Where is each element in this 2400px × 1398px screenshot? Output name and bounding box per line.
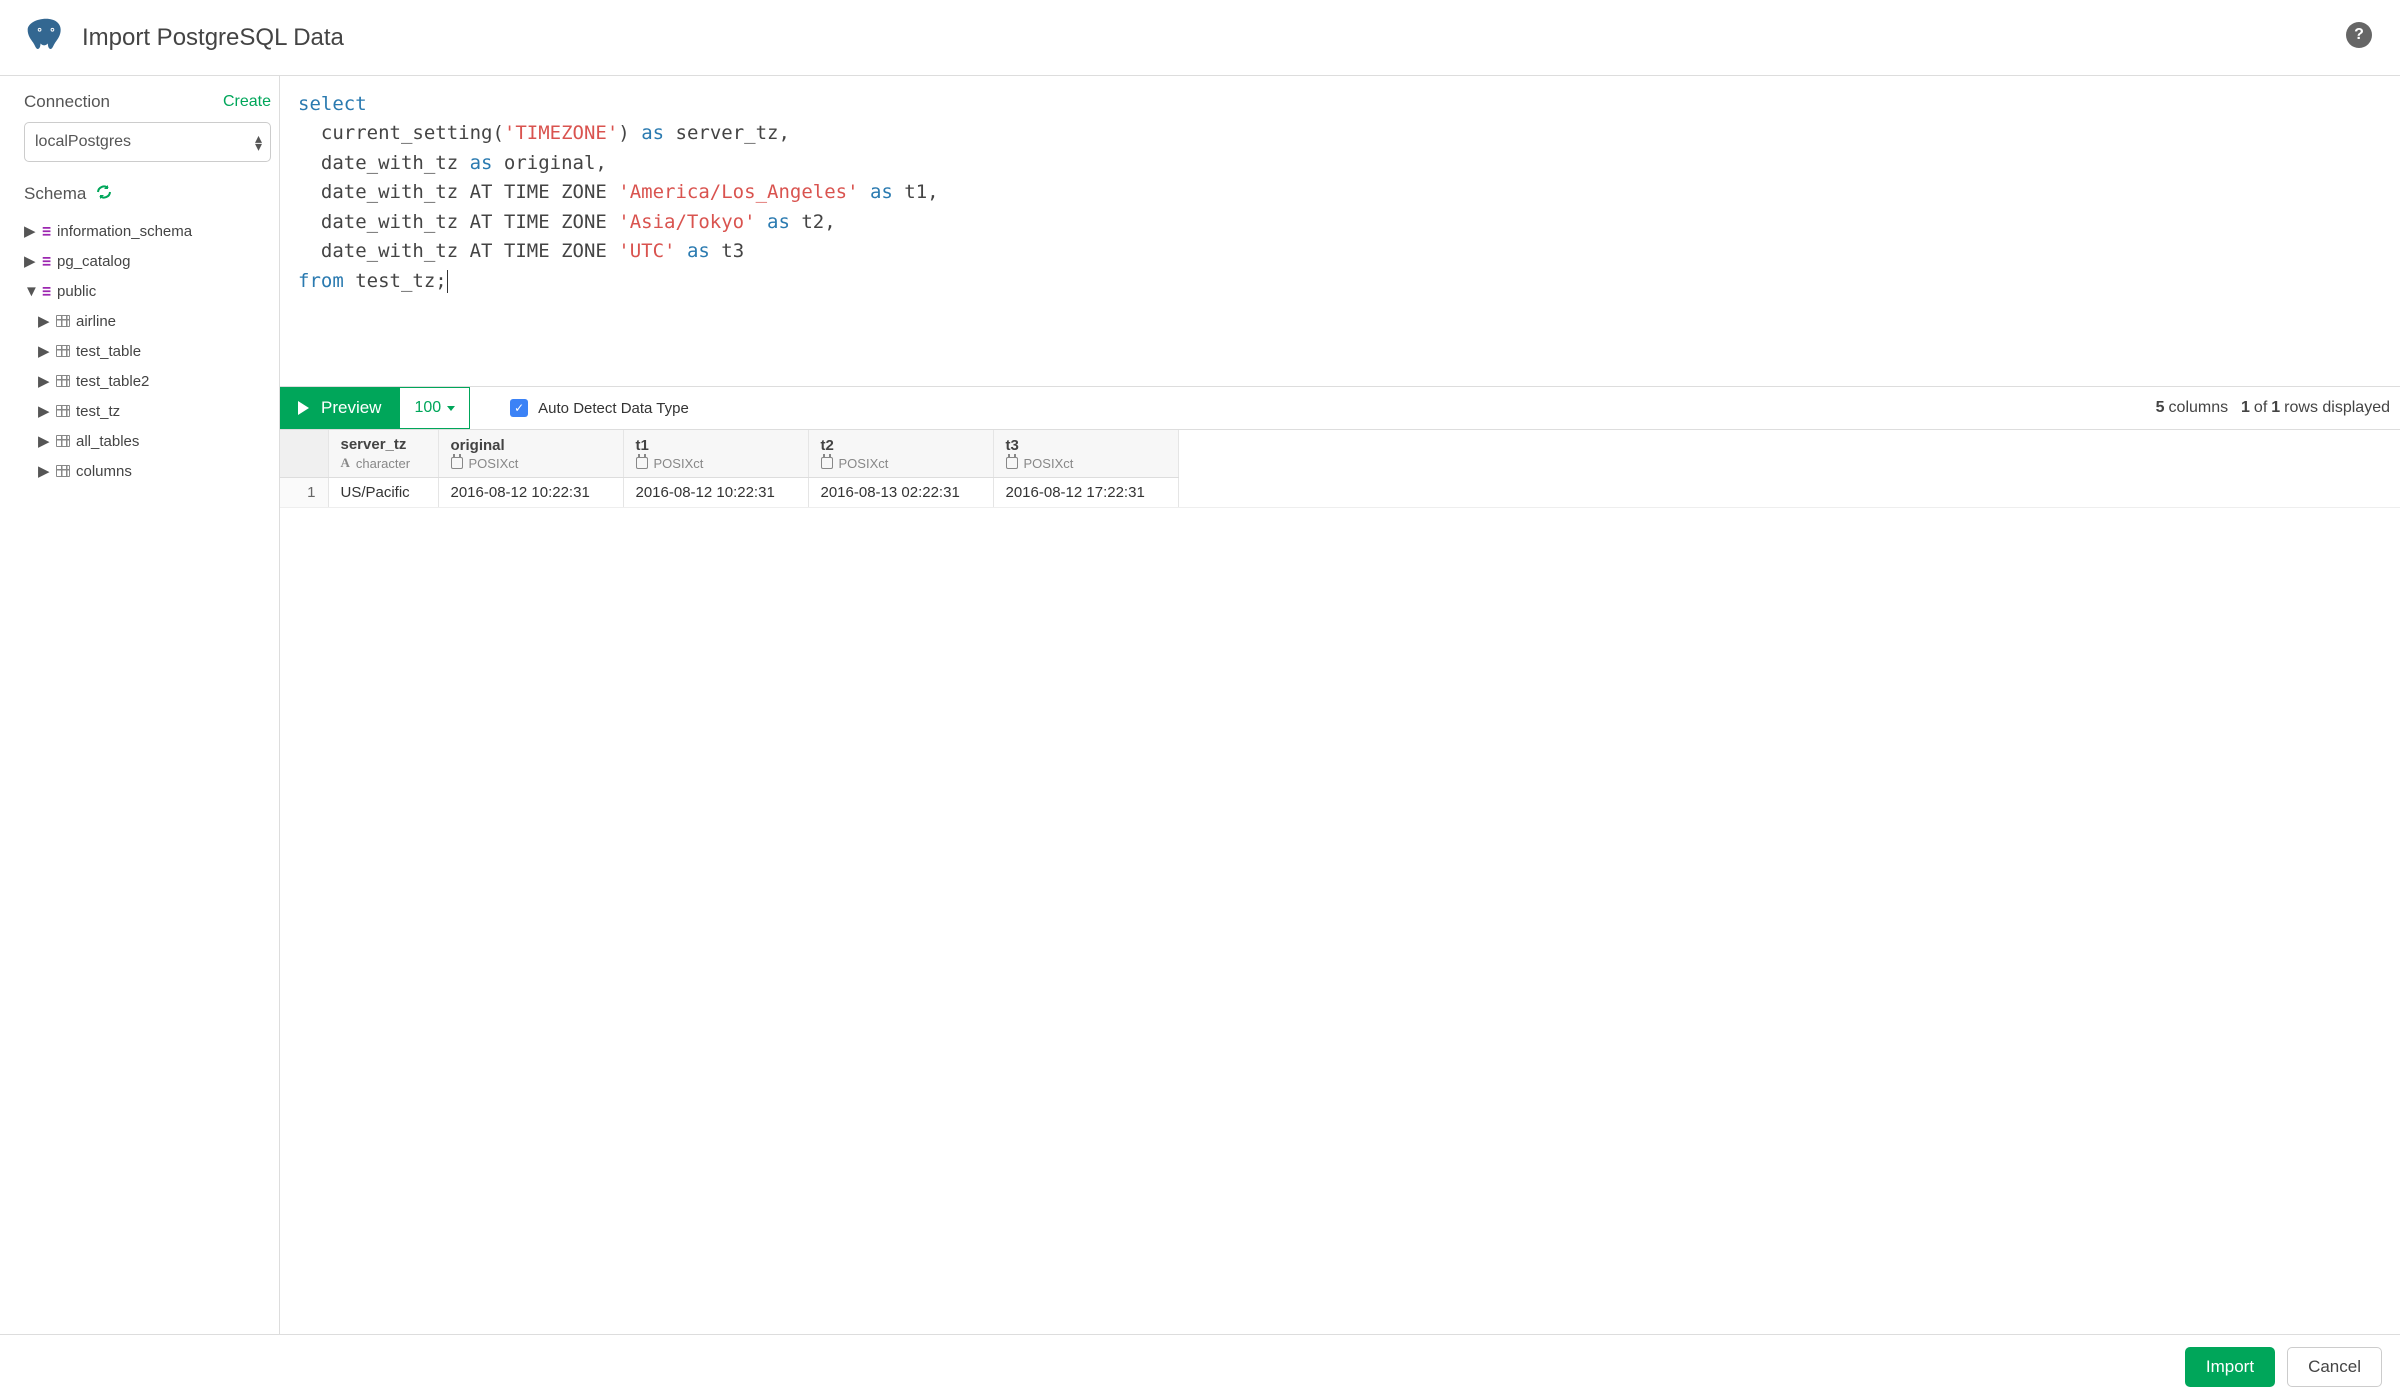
cell-original: 2016-08-12 10:22:31 bbox=[438, 478, 623, 508]
sql-editor[interactable]: select current_setting('TIMEZONE') as se… bbox=[280, 76, 2400, 386]
column-type: POSIXct bbox=[654, 456, 704, 471]
table-item-label: test_table bbox=[76, 343, 141, 360]
text-cursor bbox=[447, 270, 448, 293]
column-name: t2 bbox=[821, 437, 981, 454]
schema-item-label: pg_catalog bbox=[57, 253, 130, 270]
table-item-test_tz[interactable]: ▶ test_tz bbox=[24, 396, 271, 426]
select-arrows-icon: ▴▾ bbox=[255, 134, 262, 150]
table-row[interactable]: 1US/Pacific2016-08-12 10:22:312016-08-12… bbox=[280, 478, 1178, 508]
sidebar: Connection Create localPostgres ▴▾ Schem… bbox=[0, 76, 280, 1334]
cell-t2: 2016-08-13 02:22:31 bbox=[808, 478, 993, 508]
schema-label: Schema bbox=[24, 184, 86, 204]
dialog-title: Import PostgreSQL Data bbox=[82, 24, 344, 52]
row-limit-select[interactable]: 100 bbox=[399, 387, 470, 429]
table-item-all_tables[interactable]: ▶ all_tables bbox=[24, 426, 271, 456]
schema-item-label: information_schema bbox=[57, 223, 192, 240]
column-name: t3 bbox=[1006, 437, 1166, 454]
calendar-icon bbox=[821, 457, 833, 469]
column-header-t2[interactable]: t2 POSIXct bbox=[808, 430, 993, 478]
auto-detect-checkbox[interactable]: ✓ bbox=[510, 399, 528, 417]
calendar-icon bbox=[1006, 457, 1018, 469]
column-header-original[interactable]: original POSIXct bbox=[438, 430, 623, 478]
create-connection-link[interactable]: Create bbox=[223, 93, 271, 111]
chevron-down-icon bbox=[447, 406, 455, 411]
help-icon[interactable]: ? bbox=[2346, 22, 2372, 48]
table-item-columns[interactable]: ▶ columns bbox=[24, 456, 271, 486]
preview-button-label: Preview bbox=[321, 398, 381, 418]
postgresql-logo-icon bbox=[24, 16, 68, 60]
preview-toolbar: Preview 100 ✓ Auto Detect Data Type 5col… bbox=[280, 386, 2400, 430]
table-item-test_table[interactable]: ▶ test_table bbox=[24, 336, 271, 366]
text-type-icon: A bbox=[341, 455, 350, 471]
caret-right-icon: ▶ bbox=[38, 372, 50, 390]
caret-right-icon: ▶ bbox=[38, 432, 50, 450]
cell-t3: 2016-08-12 17:22:31 bbox=[993, 478, 1178, 508]
column-name: original bbox=[451, 437, 611, 454]
connection-select-value: localPostgres bbox=[35, 133, 131, 151]
column-name: t1 bbox=[636, 437, 796, 454]
table-icon bbox=[56, 435, 70, 447]
caret-right-icon: ▶ bbox=[24, 222, 36, 240]
dialog-footer: Import Cancel bbox=[0, 1334, 2400, 1398]
schema-icon: ≡ bbox=[42, 252, 49, 270]
rownum-header bbox=[280, 430, 328, 478]
table-item-label: test_tz bbox=[76, 403, 120, 420]
calendar-icon bbox=[451, 457, 463, 469]
column-header-server_tz[interactable]: server_tz Acharacter bbox=[328, 430, 438, 478]
table-icon bbox=[56, 345, 70, 357]
schema-item-pg_catalog[interactable]: ▶ ≡ pg_catalog bbox=[24, 246, 271, 276]
caret-right-icon: ▶ bbox=[24, 252, 36, 270]
row-limit-value: 100 bbox=[414, 399, 441, 417]
column-type: POSIXct bbox=[1024, 456, 1074, 471]
table-item-label: columns bbox=[76, 463, 132, 480]
schema-icon: ≡ bbox=[42, 222, 49, 240]
preview-button[interactable]: Preview bbox=[280, 387, 399, 429]
table-item-test_table2[interactable]: ▶ test_table2 bbox=[24, 366, 271, 396]
caret-down-icon: ▼ bbox=[24, 283, 36, 300]
calendar-icon bbox=[636, 457, 648, 469]
table-item-label: airline bbox=[76, 313, 116, 330]
connection-label: Connection bbox=[24, 92, 110, 112]
table-item-label: test_table2 bbox=[76, 373, 149, 390]
schema-icon: ≡ bbox=[42, 282, 49, 300]
cancel-button[interactable]: Cancel bbox=[2287, 1347, 2382, 1387]
connection-select[interactable]: localPostgres ▴▾ bbox=[24, 122, 271, 162]
caret-right-icon: ▶ bbox=[38, 462, 50, 480]
import-button[interactable]: Import bbox=[2185, 1347, 2275, 1387]
dialog-header: Import PostgreSQL Data ? bbox=[0, 0, 2400, 76]
schema-item-information_schema[interactable]: ▶ ≡ information_schema bbox=[24, 216, 271, 246]
result-status: 5columns 1of1rows displayed bbox=[2152, 387, 2390, 429]
column-header-t3[interactable]: t3 POSIXct bbox=[993, 430, 1178, 478]
table-icon bbox=[56, 465, 70, 477]
table-icon bbox=[56, 375, 70, 387]
caret-right-icon: ▶ bbox=[38, 312, 50, 330]
column-type: character bbox=[356, 456, 410, 471]
cell-server_tz: US/Pacific bbox=[328, 478, 438, 508]
play-icon bbox=[298, 401, 309, 415]
row-number: 1 bbox=[280, 478, 328, 508]
results-table: server_tz Acharacter original POSIXct t1 POSI… bbox=[280, 430, 1179, 507]
caret-right-icon: ▶ bbox=[38, 402, 50, 420]
auto-detect-label: Auto Detect Data Type bbox=[538, 400, 689, 417]
column-type: POSIXct bbox=[469, 456, 519, 471]
schema-item-label: public bbox=[57, 283, 96, 300]
refresh-icon[interactable] bbox=[96, 184, 112, 204]
table-item-label: all_tables bbox=[76, 433, 139, 450]
caret-right-icon: ▶ bbox=[38, 342, 50, 360]
table-item-airline[interactable]: ▶ airline bbox=[24, 306, 271, 336]
table-icon bbox=[56, 405, 70, 417]
column-type: POSIXct bbox=[839, 456, 889, 471]
table-icon bbox=[56, 315, 70, 327]
main-panel: select current_setting('TIMEZONE') as se… bbox=[280, 76, 2400, 1334]
column-name: server_tz bbox=[341, 436, 426, 453]
cell-t1: 2016-08-12 10:22:31 bbox=[623, 478, 808, 508]
results-pane: server_tz Acharacter original POSIXct t1 POSI… bbox=[280, 430, 2400, 508]
column-header-t1[interactable]: t1 POSIXct bbox=[623, 430, 808, 478]
schema-tree: ▶ ≡ information_schema ▶ ≡ pg_catalog ▼ ≡ public… bbox=[24, 216, 271, 486]
schema-item-public[interactable]: ▼ ≡ public bbox=[24, 276, 271, 306]
